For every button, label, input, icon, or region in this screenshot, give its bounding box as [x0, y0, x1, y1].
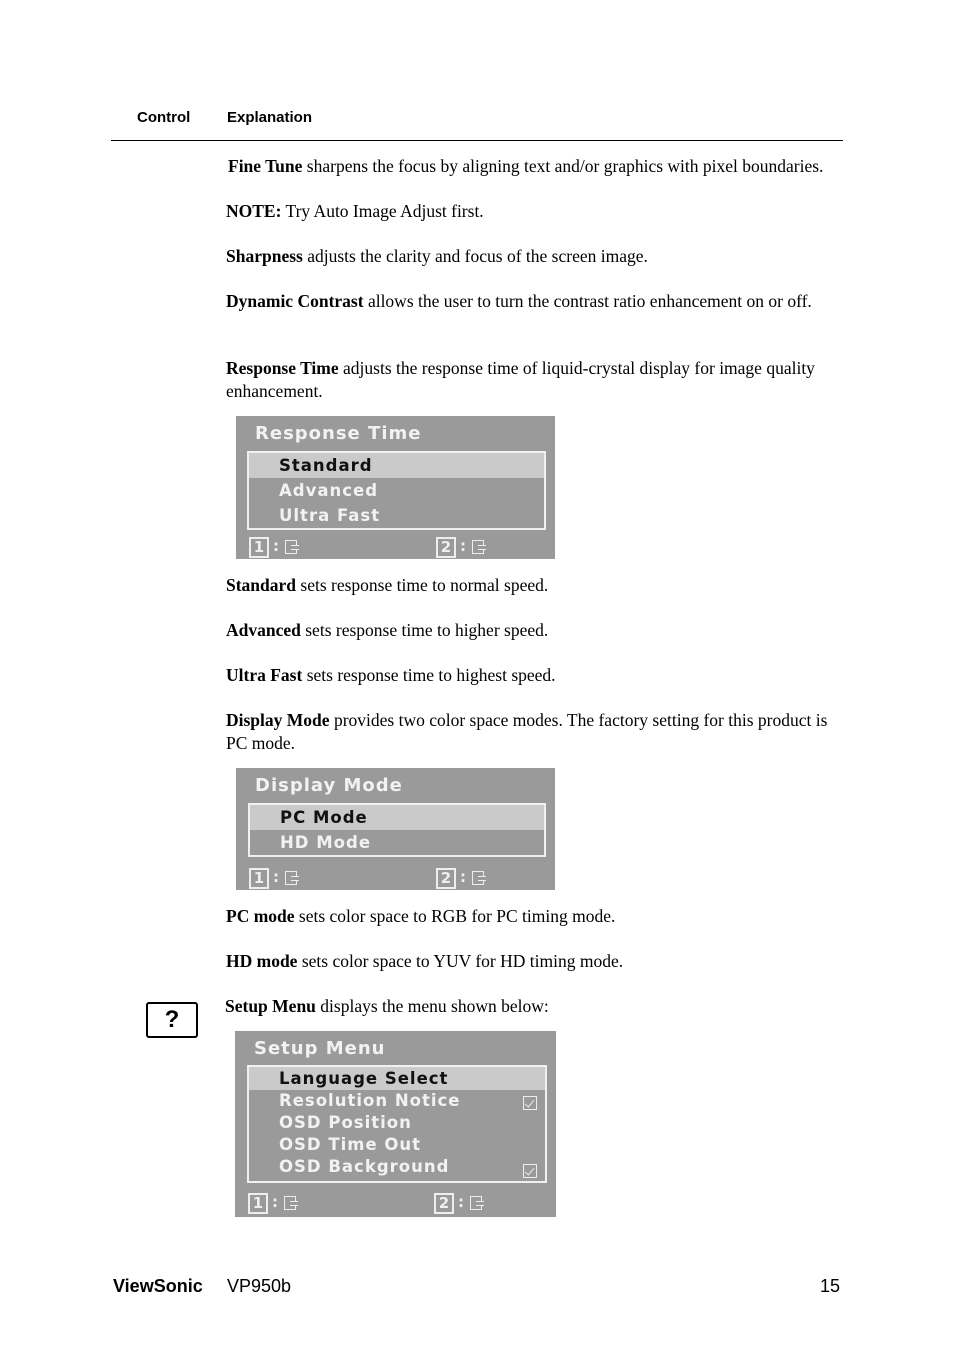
text: sets response time to highest speed.: [302, 665, 556, 685]
osd-option-hd-mode[interactable]: HD Mode: [250, 830, 544, 855]
term: Sharpness: [226, 246, 303, 266]
fine-tune-description: Fine Tune sharpens the focus by aligning…: [228, 155, 848, 178]
term: Fine Tune: [228, 156, 303, 176]
term: Standard: [226, 575, 297, 595]
osd-option-ultra-fast[interactable]: Ultra Fast: [249, 503, 544, 528]
column-header-explanation: Explanation: [227, 109, 313, 126]
enter-icon: [472, 540, 486, 554]
osd-option-pc-mode[interactable]: PC Mode: [250, 805, 544, 830]
ultra-fast-description: Ultra Fast sets response time to highest…: [226, 664, 846, 687]
term: HD mode: [226, 951, 298, 971]
key-2-icon: 2: [434, 1193, 454, 1214]
osd-option-list: Standard Advanced Ultra Fast: [247, 451, 546, 530]
term: Response Time: [226, 358, 339, 378]
osd-response-time-menu: Response Time Standard Advanced Ultra Fa…: [236, 416, 555, 559]
text: allows the user to turn the contrast rat…: [363, 291, 812, 311]
key-1-icon: 1: [248, 1193, 268, 1214]
osd-title: Response Time: [255, 423, 422, 444]
osd-option-list: Language Select Resolution Notice OSD Po…: [247, 1065, 547, 1183]
text: sharpens the focus by aligning text and/…: [302, 156, 824, 176]
key-2-icon: 2: [436, 537, 456, 558]
key-1-icon: 1: [249, 537, 269, 558]
column-header-control: Control: [137, 109, 191, 126]
osd-option-list: PC Mode HD Mode: [248, 803, 546, 857]
osd-option-osd-background[interactable]: OSD Background: [249, 1156, 545, 1181]
osd-footer: 1 : 2 :: [249, 868, 555, 889]
enter-icon: [470, 1196, 484, 1210]
exit-icon: [285, 871, 299, 885]
separator: :: [273, 537, 279, 555]
term: Ultra Fast: [226, 665, 303, 685]
setup-menu-description: Setup Menu displays the menu shown below…: [225, 995, 845, 1018]
sharpness-description: Sharpness adjusts the clarity and focus …: [226, 245, 846, 268]
help-question-icon: ?: [146, 1002, 198, 1038]
text: displays the menu shown below:: [315, 996, 549, 1016]
separator: :: [458, 1193, 464, 1211]
separator: :: [460, 537, 466, 555]
osd-option-language-select[interactable]: Language Select: [249, 1067, 545, 1090]
label: Resolution Notice: [279, 1091, 461, 1110]
display-mode-description: Display Mode provides two color space mo…: [226, 709, 846, 754]
text: sets color space to RGB for PC timing mo…: [294, 906, 616, 926]
osd-option-standard[interactable]: Standard: [249, 453, 544, 478]
term: Setup Menu: [225, 996, 316, 1016]
term: Advanced: [226, 620, 301, 640]
term: PC mode: [226, 906, 295, 926]
text: adjusts the clarity and focus of the scr…: [302, 246, 648, 266]
key-2-icon: 2: [436, 868, 456, 889]
separator: :: [272, 1193, 278, 1211]
checkbox-checked-icon: [523, 1164, 537, 1178]
term: Display Mode: [226, 710, 330, 730]
term: NOTE:: [226, 201, 282, 221]
checkbox-checked-icon: [523, 1096, 537, 1110]
osd-setup-menu: Setup Menu Language Select Resolution No…: [235, 1031, 556, 1217]
enter-icon: [472, 871, 486, 885]
osd-title: Setup Menu: [254, 1038, 386, 1059]
separator: :: [273, 868, 279, 886]
note: NOTE: Try Auto Image Adjust first.: [226, 200, 846, 223]
footer-brand: ViewSonic: [113, 1276, 203, 1296]
text: sets color space to YUV for HD timing mo…: [297, 951, 624, 971]
osd-option-advanced[interactable]: Advanced: [249, 478, 544, 503]
osd-footer: 1 : 2 :: [248, 1193, 556, 1214]
hd-mode-description: HD mode sets color space to YUV for HD t…: [226, 950, 846, 973]
header-divider: [111, 140, 843, 141]
standard-description: Standard sets response time to normal sp…: [226, 574, 846, 597]
osd-footer: 1 : 2 :: [249, 537, 555, 558]
text: sets response time to normal speed.: [296, 575, 549, 595]
key-1-icon: 1: [249, 868, 269, 889]
footer-model: VP950b: [227, 1276, 292, 1296]
osd-title: Display Mode: [255, 775, 403, 796]
separator: :: [460, 868, 466, 886]
text: Try Auto Image Adjust first.: [281, 201, 484, 221]
osd-option-resolution-notice[interactable]: Resolution Notice: [249, 1090, 545, 1112]
advanced-description: Advanced sets response time to higher sp…: [226, 619, 846, 642]
osd-display-mode-menu: Display Mode PC Mode HD Mode 1 : 2 :: [236, 768, 555, 890]
exit-icon: [285, 540, 299, 554]
text: sets response time to higher speed.: [300, 620, 549, 640]
term: Dynamic Contrast: [226, 291, 364, 311]
osd-option-osd-position[interactable]: OSD Position: [249, 1112, 545, 1134]
dynamic-contrast-description: Dynamic Contrast allows the user to turn…: [226, 290, 846, 313]
label: OSD Background: [279, 1157, 450, 1176]
exit-icon: [284, 1196, 298, 1210]
osd-option-osd-time-out[interactable]: OSD Time Out: [249, 1134, 545, 1156]
response-time-description: Response Time adjusts the response time …: [226, 357, 846, 402]
page-number: 15: [820, 1276, 841, 1296]
pc-mode-description: PC mode sets color space to RGB for PC t…: [226, 905, 846, 928]
